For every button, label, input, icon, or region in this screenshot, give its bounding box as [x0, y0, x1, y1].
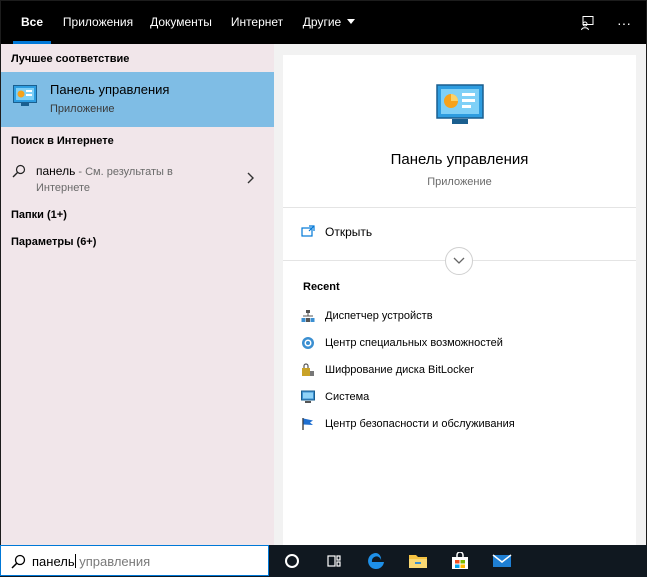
recent-item-label: Центр безопасности и обслуживания [325, 418, 515, 430]
start-search-window: Все Приложения Документы Интернет Другие… [0, 0, 647, 547]
feedback-icon[interactable] [572, 1, 602, 44]
web-query: панель [36, 164, 76, 178]
recent-item-label: Шифрование диска BitLocker [325, 364, 474, 376]
recent-header: Recent [303, 281, 340, 293]
preview-title: Панель управления [390, 151, 529, 168]
edge-icon[interactable] [356, 545, 396, 577]
search-icon [11, 554, 26, 572]
recent-item-security-center[interactable]: Центр безопасности и обслуживания [301, 414, 515, 434]
recent-item-bitlocker[interactable]: Шифрование диска BitLocker [301, 360, 474, 380]
tab-internet[interactable]: Интернет [229, 1, 285, 44]
web-hint-line2: Интернете [36, 182, 90, 194]
folders-category[interactable]: Папки (1+) [11, 209, 67, 221]
search-input[interactable]: панель управления [0, 545, 269, 576]
web-search-result[interactable]: панель - См. результаты в Интернете [1, 159, 274, 199]
search-typed: панель [32, 554, 75, 569]
tab-all[interactable]: Все [13, 1, 51, 44]
task-view-icon[interactable] [314, 545, 354, 577]
chevron-down-icon [453, 257, 465, 264]
tab-documents[interactable]: Документы [148, 1, 214, 44]
search-suggestion: управления [75, 554, 151, 569]
recent-item-label: Диспетчер устройств [325, 310, 433, 322]
open-icon [301, 225, 315, 239]
web-search-header: Поиск в Интернете [11, 135, 114, 147]
control-panel-large-icon [436, 84, 484, 129]
bitlocker-icon [301, 363, 315, 377]
recent-item-accessibility[interactable]: Центр специальных возможностей [301, 333, 503, 353]
best-match-title: Панель управления [50, 82, 170, 97]
device-manager-icon [301, 309, 315, 323]
tab-more-label: Другие [302, 15, 342, 29]
preview-pane: Панель управления Приложение Открыть Rec… [283, 55, 636, 546]
system-icon [301, 390, 315, 404]
tab-more-dropdown[interactable]: Другие [299, 1, 359, 44]
control-panel-icon [13, 85, 37, 110]
results-list: Лучшее соответствие Панель управления Пр… [1, 44, 274, 546]
chevron-down-icon [347, 19, 356, 25]
open-action[interactable]: Открыть [301, 222, 372, 242]
tab-apps[interactable]: Приложения [62, 1, 134, 44]
divider [283, 207, 636, 208]
recent-item-system[interactable]: Система [301, 387, 369, 407]
open-label: Открыть [325, 225, 373, 239]
best-match-item[interactable]: Панель управления Приложение [1, 72, 274, 127]
search-text: панель управления [32, 554, 150, 569]
cortana-icon[interactable] [272, 545, 312, 577]
best-match-subtitle: Приложение [50, 103, 115, 115]
web-hint: - См. результаты в [75, 166, 173, 178]
recent-item-label: Система [325, 391, 370, 403]
security-flag-icon [301, 417, 315, 431]
store-icon[interactable] [440, 545, 480, 577]
settings-category[interactable]: Параметры (6+) [11, 236, 96, 248]
preview-subtitle: Приложение [427, 176, 492, 188]
more-icon[interactable]: ··· [609, 1, 639, 44]
chevron-right-icon[interactable] [246, 172, 256, 187]
mail-icon[interactable] [482, 545, 522, 577]
expand-button[interactable] [445, 247, 473, 275]
recent-item-device-manager[interactable]: Диспетчер устройств [301, 306, 433, 326]
search-tabs-bar: Все Приложения Документы Интернет Другие… [1, 1, 646, 44]
web-query-line: панель - См. результаты в [36, 164, 173, 178]
search-icon [12, 164, 26, 181]
file-explorer-icon[interactable] [398, 545, 438, 577]
best-match-header: Лучшее соответствие [11, 53, 130, 65]
recent-item-label: Центр специальных возможностей [325, 337, 503, 349]
accessibility-icon [301, 336, 315, 350]
